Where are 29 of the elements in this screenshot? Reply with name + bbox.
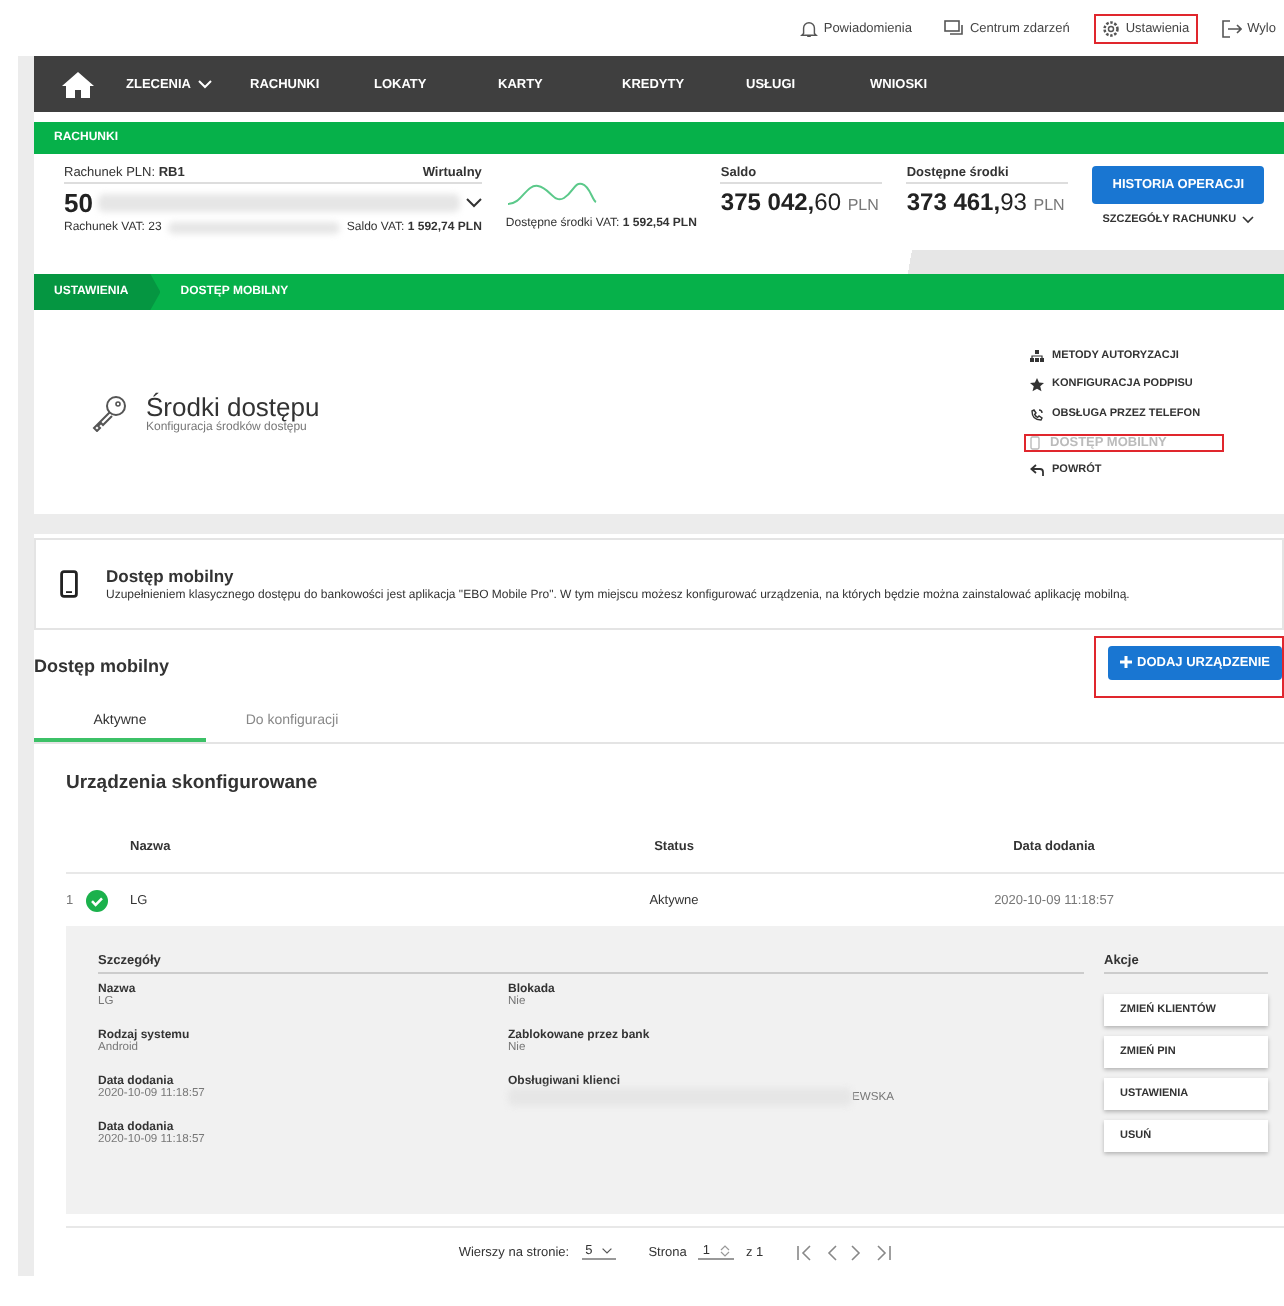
previous-page-icon[interactable] [825,1243,838,1261]
first-page-icon[interactable] [795,1243,814,1261]
key-icon [90,392,130,432]
back-arrow-icon [1030,463,1044,475]
section-title: Dostęp mobilny [34,656,170,676]
chevron-down-icon [602,1248,613,1254]
bell-icon [799,19,818,37]
next-page-icon[interactable] [849,1243,862,1261]
last-page-icon[interactable] [873,1243,892,1261]
phone-icon [1030,407,1044,421]
plus-icon [1119,656,1132,668]
mobile-icon [1030,435,1040,449]
smartphone-icon [60,570,78,598]
star-icon [1030,377,1044,391]
spinner-icon [720,1244,730,1258]
available-amount: 373 461,93 PLN [906,188,1067,216]
account-number: 50 [64,188,93,218]
table-title: Urządzenia skonfigurowane [64,770,320,798]
chevron-down-icon [1242,216,1255,224]
settings-icon [1101,19,1120,37]
settings-title: Środki dostępu [146,391,320,421]
logout-icon [1221,19,1242,37]
balance-sparkline [505,180,598,208]
chat-icon [943,19,964,37]
balance-amount: 375 042,60 PLN [720,188,881,216]
home-icon[interactable] [62,71,94,97]
sitemap-icon [1030,349,1044,361]
info-title: Dostęp mobilny [106,566,236,586]
chevron-down-icon[interactable] [465,198,482,208]
